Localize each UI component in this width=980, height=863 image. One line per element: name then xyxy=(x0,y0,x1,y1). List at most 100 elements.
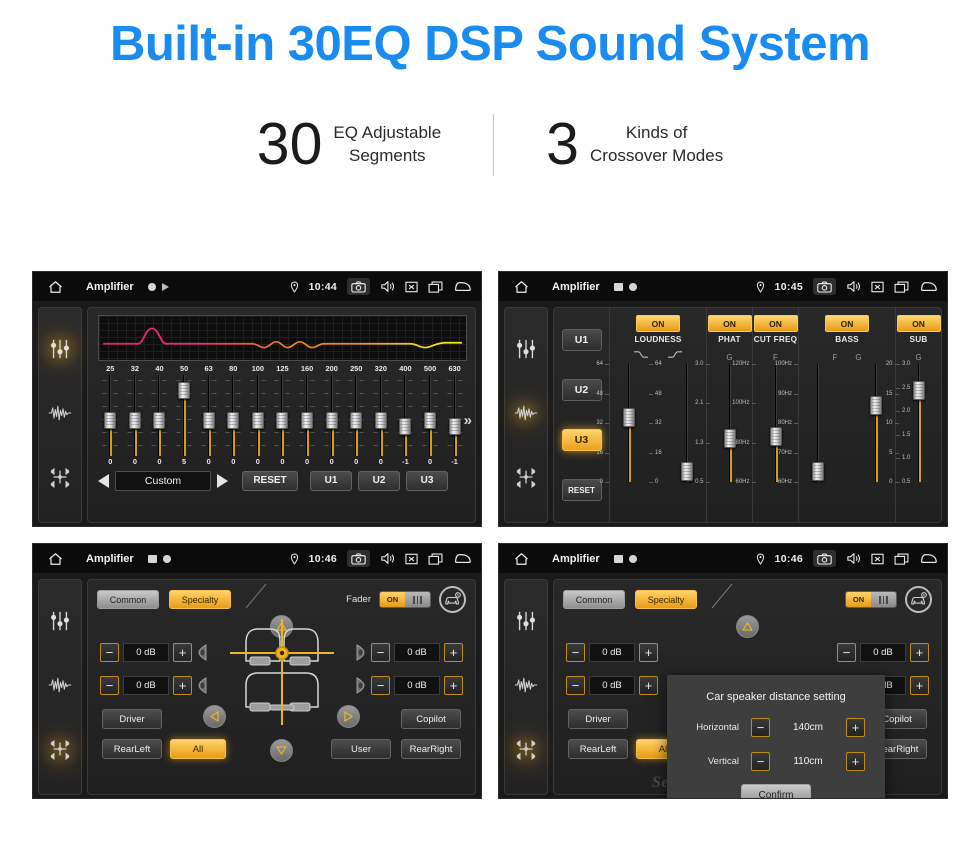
eq-slider[interactable] xyxy=(270,375,295,456)
eq-slider-knob[interactable] xyxy=(325,412,338,430)
horizontal-plus-button[interactable]: + xyxy=(846,717,865,737)
waveform-icon[interactable] xyxy=(48,676,72,699)
tab-specialty[interactable]: Specialty xyxy=(169,590,231,609)
tab-specialty[interactable]: Specialty xyxy=(635,590,697,609)
fader-toggle[interactable]: ON xyxy=(379,591,431,608)
seat-rearleft-button[interactable]: RearLeft xyxy=(102,739,162,759)
close-box-icon[interactable] xyxy=(871,553,884,565)
eq-slider[interactable] xyxy=(319,375,344,456)
front-right-plus-button[interactable]: + xyxy=(444,643,463,662)
balance-icon[interactable] xyxy=(514,466,538,493)
rear-left-minus-button[interactable]: − xyxy=(100,676,119,695)
balance-icon[interactable] xyxy=(48,466,72,493)
balance-icon[interactable] xyxy=(48,738,72,765)
eq-slider-knob[interactable] xyxy=(374,412,387,430)
confirm-button[interactable]: Confirm xyxy=(741,784,811,798)
fader-right-button[interactable] xyxy=(337,705,360,728)
front-left-minus-button[interactable]: − xyxy=(100,643,119,662)
eq-slider-knob[interactable] xyxy=(128,412,141,430)
front-right-minus-button[interactable]: − xyxy=(371,643,390,662)
recents-icon[interactable] xyxy=(428,553,443,565)
crossover-slider[interactable]: 20 15 10 5 0 xyxy=(886,361,938,485)
eq-slider[interactable] xyxy=(196,375,221,456)
seat-user-button[interactable]: User xyxy=(331,739,391,759)
close-box-icon[interactable] xyxy=(871,281,884,293)
volume-icon[interactable] xyxy=(846,552,861,565)
eq-slider-knob[interactable] xyxy=(448,418,461,436)
front-left-plus-button[interactable]: + xyxy=(639,643,658,662)
volume-icon[interactable] xyxy=(380,280,395,293)
close-box-icon[interactable] xyxy=(405,281,418,293)
eq-slider-knob[interactable] xyxy=(153,412,166,430)
home-icon[interactable] xyxy=(508,552,534,566)
preset-u2-button[interactable]: U2 xyxy=(358,470,400,491)
eq-slider[interactable] xyxy=(123,375,148,456)
preset-name[interactable]: Custom xyxy=(115,470,211,491)
equalizer-icon[interactable] xyxy=(515,338,537,365)
eq-slider[interactable] xyxy=(172,375,197,456)
eq-slider[interactable] xyxy=(369,375,394,456)
back-icon[interactable] xyxy=(453,552,472,565)
camera-icon[interactable] xyxy=(347,278,370,295)
chevron-double-right-icon[interactable]: » xyxy=(464,412,472,429)
back-icon[interactable] xyxy=(453,280,472,293)
back-icon[interactable] xyxy=(919,280,938,293)
eq-slider[interactable] xyxy=(418,375,443,456)
seat-copilot-button[interactable]: Copilot xyxy=(401,709,461,729)
eq-slider-knob[interactable] xyxy=(104,412,117,430)
eq-slider[interactable] xyxy=(221,375,246,456)
seat-driver-button[interactable]: Driver xyxy=(568,709,628,729)
seat-driver-button[interactable]: Driver xyxy=(102,709,162,729)
eq-slider-knob[interactable] xyxy=(350,412,363,430)
preset-next-button[interactable] xyxy=(217,473,228,488)
eq-slider-knob[interactable] xyxy=(251,412,264,430)
rear-left-plus-button[interactable]: + xyxy=(639,676,658,695)
home-icon[interactable] xyxy=(508,280,534,294)
volume-icon[interactable] xyxy=(846,280,861,293)
car-settings-icon[interactable] xyxy=(905,586,932,613)
crossover-slider-knob[interactable] xyxy=(812,462,824,482)
vertical-minus-button[interactable]: − xyxy=(751,751,770,771)
tab-common[interactable]: Common xyxy=(563,590,625,609)
rear-right-plus-button[interactable]: + xyxy=(910,676,929,695)
eq-slider-knob[interactable] xyxy=(301,412,314,430)
horizontal-minus-button[interactable]: − xyxy=(751,717,770,737)
eq-slider-knob[interactable] xyxy=(178,381,191,399)
rear-left-plus-button[interactable]: + xyxy=(173,676,192,695)
crossover-slider-knob[interactable] xyxy=(623,408,635,427)
eq-slider-knob[interactable] xyxy=(227,412,240,430)
eq-slider[interactable] xyxy=(246,375,271,456)
fader-left-button[interactable] xyxy=(203,705,226,728)
front-left-minus-button[interactable]: − xyxy=(566,643,585,662)
eq-slider[interactable] xyxy=(98,375,123,456)
eq-slider[interactable] xyxy=(295,375,320,456)
volume-icon[interactable] xyxy=(380,552,395,565)
vertical-plus-button[interactable]: + xyxy=(846,751,865,771)
toggle-sub-button[interactable]: ON xyxy=(896,315,941,332)
equalizer-icon[interactable] xyxy=(515,610,537,637)
rear-left-minus-button[interactable]: − xyxy=(566,676,585,695)
eq-slider-knob[interactable] xyxy=(202,412,215,430)
eq-slider[interactable] xyxy=(393,375,418,456)
preset-u1-button[interactable]: U1 xyxy=(561,329,602,351)
seat-rearright-button[interactable]: RearRight xyxy=(401,739,461,759)
fader-toggle[interactable]: ON xyxy=(845,591,897,608)
waveform-icon[interactable] xyxy=(514,404,538,427)
eq-slider-knob[interactable] xyxy=(424,412,437,430)
front-right-plus-button[interactable]: + xyxy=(910,643,929,662)
front-right-minus-button[interactable]: − xyxy=(837,643,856,662)
toggle-phat-button[interactable]: ON xyxy=(707,315,752,332)
eq-slider-knob[interactable] xyxy=(399,418,412,436)
home-icon[interactable] xyxy=(42,280,68,294)
seat-rearleft-button[interactable]: RearLeft xyxy=(568,739,628,759)
camera-icon[interactable] xyxy=(347,550,370,567)
back-icon[interactable] xyxy=(919,552,938,565)
preset-u3-button[interactable]: U3 xyxy=(406,470,448,491)
eq-slider[interactable] xyxy=(147,375,172,456)
equalizer-icon[interactable] xyxy=(49,610,71,637)
seat-all-button[interactable]: All xyxy=(170,739,226,759)
toggle-bass-button[interactable]: ON xyxy=(825,315,869,332)
toggle-cut-freq-button[interactable]: ON xyxy=(753,315,798,332)
waveform-icon[interactable] xyxy=(48,404,72,427)
eq-slider[interactable] xyxy=(344,375,369,456)
